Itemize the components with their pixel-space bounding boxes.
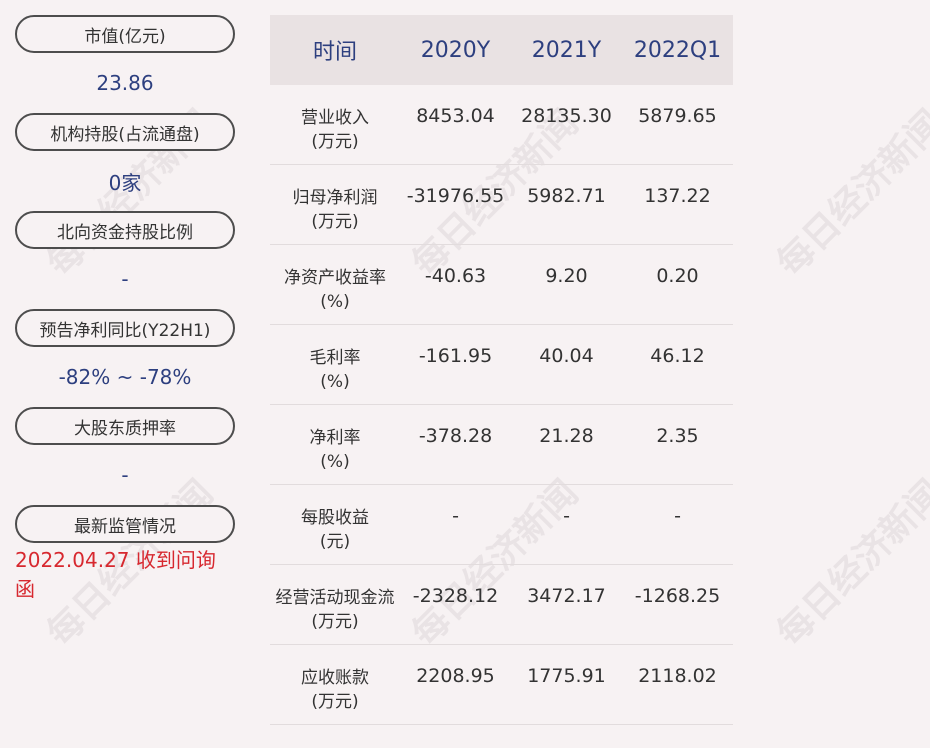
table-cell: 137.22 — [644, 185, 711, 207]
row-label: 归母净利润 (万元) — [270, 165, 400, 234]
table-cell: 8453.04 — [416, 105, 495, 127]
table-cell: 5982.71 — [527, 185, 606, 207]
profit-forecast-label: 预告净利同比(Y22H1) — [15, 309, 235, 347]
table-row: 净资产收益率 (%) -40.63 9.20 0.20 — [270, 245, 733, 325]
row-name: 毛利率 — [309, 348, 361, 368]
table-cell: -40.63 — [424, 265, 487, 287]
institutional-holding-value: 0家 — [108, 170, 142, 195]
table-cell: 21.28 — [539, 425, 594, 447]
table-cell: - — [674, 505, 681, 527]
table-cell: 2118.02 — [638, 665, 717, 687]
row-name: 应收账款 — [301, 668, 369, 688]
table-cell: 3472.17 — [527, 585, 606, 607]
table-cell: 2.35 — [656, 425, 699, 447]
row-unit: (万元) — [311, 692, 359, 712]
northbound-ratio-value: - — [121, 267, 129, 291]
row-unit: (%) — [320, 292, 350, 312]
header-time: 时间 — [312, 40, 357, 65]
table-cell: - — [452, 505, 459, 527]
header-2021y: 2021Y — [531, 37, 602, 63]
table-cell: 40.04 — [539, 345, 594, 367]
regulation-label: 最新监管情况 — [15, 505, 235, 543]
table-cell: -161.95 — [418, 345, 493, 367]
row-name: 归母净利润 — [292, 188, 378, 208]
row-name: 每股收益 — [301, 508, 369, 528]
watermark: 每日经济新闻 — [769, 102, 930, 285]
table-cell: 0.20 — [656, 265, 699, 287]
row-name: 营业收入 — [301, 108, 369, 128]
header-2022q1: 2022Q1 — [633, 37, 722, 63]
table-cell: 9.20 — [545, 265, 588, 287]
table-cell: 5879.65 — [638, 105, 717, 127]
table-row: 每股收益 (元) - - - — [270, 485, 733, 565]
row-label: 每股收益 (元) — [270, 485, 400, 554]
table-cell: -378.28 — [418, 425, 493, 447]
watermark: 每日经济新闻 — [769, 472, 930, 655]
summary-panel: 市值(亿元) 23.86 机构持股(占流通盘) 0家 北向资金持股比例 - 预告… — [15, 15, 235, 603]
table-row: 净利率 (%) -378.28 21.28 2.35 — [270, 405, 733, 485]
row-label: 净利率 (%) — [270, 405, 400, 474]
row-label: 毛利率 (%) — [270, 325, 400, 394]
table-cell: -31976.55 — [406, 185, 505, 207]
table-cell: 1775.91 — [527, 665, 606, 687]
table-row: 归母净利润 (万元) -31976.55 5982.71 137.22 — [270, 165, 733, 245]
table-row: 应收账款 (万元) 2208.95 1775.91 2118.02 — [270, 645, 733, 725]
row-name: 净利率 — [309, 428, 361, 448]
table-cell: -2328.12 — [412, 585, 499, 607]
table-row: 毛利率 (%) -161.95 40.04 46.12 — [270, 325, 733, 405]
row-label: 营业收入 (万元) — [270, 85, 400, 154]
row-label: 净资产收益率 (%) — [270, 245, 400, 314]
pledge-ratio-value: - — [121, 463, 129, 487]
pledge-ratio-label: 大股东质押率 — [15, 407, 235, 445]
financial-table: 时间 2020Y 2021Y 2022Q1 营业收入 (万元) 8453.04 2… — [270, 15, 733, 725]
institutional-holding-label: 机构持股(占流通盘) — [15, 113, 235, 151]
header-2020y: 2020Y — [420, 37, 491, 63]
row-unit: (万元) — [311, 212, 359, 232]
table-row: 经营活动现金流 (万元) -2328.12 3472.17 -1268.25 — [270, 565, 733, 645]
table-cell: 2208.95 — [416, 665, 495, 687]
row-unit: (元) — [319, 532, 351, 552]
profit-forecast-value: -82% ~ -78% — [58, 365, 192, 389]
row-unit: (%) — [320, 452, 350, 472]
table-cell: 28135.30 — [521, 105, 612, 127]
table-row: 营业收入 (万元) 8453.04 28135.30 5879.65 — [270, 85, 733, 165]
table-cell: 46.12 — [650, 345, 705, 367]
regulation-value: 2022.04.27 收到问询函 — [15, 548, 216, 601]
row-unit: (万元) — [311, 612, 359, 632]
northbound-ratio-label: 北向资金持股比例 — [15, 211, 235, 249]
row-unit: (%) — [320, 372, 350, 392]
market-cap-label: 市值(亿元) — [15, 15, 235, 53]
table-cell: - — [563, 505, 570, 527]
row-unit: (万元) — [311, 132, 359, 152]
row-label: 应收账款 (万元) — [270, 645, 400, 714]
row-label: 经营活动现金流 (万元) — [270, 565, 400, 634]
market-cap-value: 23.86 — [96, 71, 154, 95]
table-header: 时间 2020Y 2021Y 2022Q1 — [270, 15, 733, 85]
table-cell: -1268.25 — [634, 585, 721, 607]
row-name: 净资产收益率 — [284, 268, 386, 288]
row-name: 经营活动现金流 — [275, 588, 395, 608]
